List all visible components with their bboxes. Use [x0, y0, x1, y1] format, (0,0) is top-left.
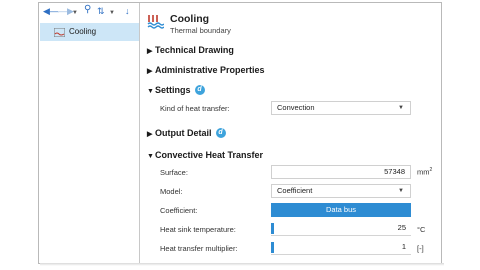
- heat-transfer-multiplier-label: Heat transfer multiplier:: [160, 244, 238, 253]
- surface-field[interactable]: 57348: [271, 165, 411, 179]
- section-convective-heat-transfer[interactable]: ▼Convective Heat Transfer: [147, 150, 263, 160]
- tree-item-cooling[interactable]: Cooling: [40, 23, 139, 41]
- select-value: Coefficient: [277, 186, 313, 195]
- slider-handle[interactable]: [271, 223, 274, 234]
- kind-of-heat-transfer-label: Kind of heat transfer:: [160, 104, 230, 113]
- tree-panel: ◀— —▶ ▼ ⚲ ⇅ ▼ ↓ Cooling: [39, 3, 140, 263]
- select-value: Convection: [277, 103, 315, 112]
- heat-transfer-multiplier-value: 1: [401, 242, 406, 251]
- sort-icon[interactable]: ⇅: [97, 6, 105, 16]
- thermal-boundary-icon: [54, 28, 65, 37]
- chevron-right-icon: ▶: [147, 68, 153, 75]
- surface-value: 57348: [384, 167, 405, 176]
- surface-label: Surface:: [160, 168, 188, 177]
- tree-item-label: Cooling: [69, 27, 97, 36]
- coefficient-label: Coefficient:: [160, 206, 198, 215]
- section-technical-drawing[interactable]: ▶ Technical Drawing: [147, 45, 234, 55]
- surface-unit: mm2: [417, 167, 433, 177]
- chevron-down-icon: ▼: [398, 188, 404, 194]
- download-icon[interactable]: ↓: [125, 6, 130, 16]
- kind-of-heat-transfer-select[interactable]: Convection ▼: [271, 101, 411, 115]
- heat-sink-temperature-unit: °C: [417, 225, 426, 234]
- chevron-down-icon: ▼: [147, 88, 154, 95]
- heat-transfer-multiplier-unit: [-]: [417, 244, 424, 253]
- page-title: Cooling: [170, 13, 210, 25]
- chevron-down-icon: ▼: [398, 105, 404, 111]
- section-settings[interactable]: ▼Settings d: [147, 85, 205, 95]
- page-subtitle: Thermal boundary: [170, 26, 231, 35]
- property-window: ◀— —▶ ▼ ⚲ ⇅ ▼ ↓ Cooling Cooling Thermal …: [38, 2, 442, 264]
- slider-handle[interactable]: [271, 242, 274, 253]
- info-icon[interactable]: d: [194, 85, 205, 95]
- chevron-right-icon: ▶: [147, 131, 153, 138]
- section-administrative-properties[interactable]: ▶ Administrative Properties: [147, 65, 265, 75]
- tree-toolbar: ◀— —▶ ▼ ⚲ ⇅ ▼ ↓: [39, 3, 139, 21]
- chevron-right-icon: ▶: [147, 48, 153, 55]
- heat-sink-temperature-label: Heat sink temperature:: [160, 225, 236, 234]
- back-arrow-icon[interactable]: ◀—: [43, 6, 59, 16]
- search-icon[interactable]: ⚲: [84, 5, 91, 15]
- data-bus-button[interactable]: Data bus: [271, 203, 411, 217]
- model-select[interactable]: Coefficient ▼: [271, 184, 411, 198]
- model-label: Model:: [160, 187, 183, 196]
- heat-transfer-multiplier-field[interactable]: 1: [271, 241, 411, 255]
- dropdown-icon[interactable]: ▼: [72, 8, 78, 18]
- info-icon[interactable]: d: [215, 128, 226, 138]
- thermal-boundary-icon: [147, 15, 164, 29]
- chevron-down-icon: ▼: [147, 153, 154, 160]
- dropdown-icon[interactable]: ▼: [109, 8, 115, 18]
- properties-panel: Cooling Thermal boundary ▶ Technical Draw…: [143, 3, 441, 263]
- heat-sink-temperature-value: 25: [397, 223, 406, 232]
- window-shadow: [40, 263, 444, 266]
- heat-sink-temperature-field[interactable]: 25: [271, 222, 411, 236]
- section-output-detail[interactable]: ▶ Output Detail d: [147, 128, 226, 138]
